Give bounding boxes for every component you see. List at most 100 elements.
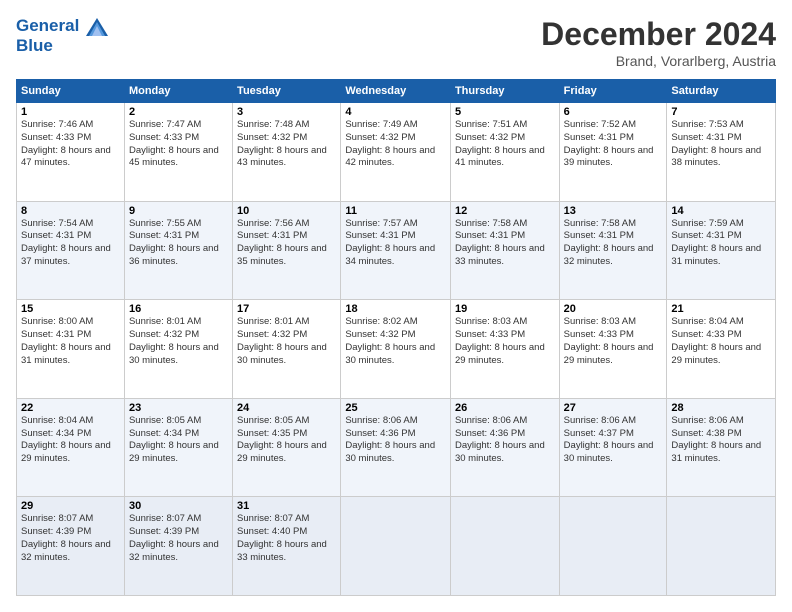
calendar-cell: 12 Sunrise: 7:58 AM Sunset: 4:31 PM Dayl… [450,201,559,300]
sunrise-label: Sunrise: 7:48 AM [237,119,309,130]
day-info: Sunrise: 8:03 AM Sunset: 4:33 PM Dayligh… [455,316,555,367]
calendar-cell: 21 Sunrise: 8:04 AM Sunset: 4:33 PM Dayl… [667,300,776,399]
daylight-label: Daylight: 8 hours and 31 minutes. [671,243,761,267]
sunset-label: Sunset: 4:33 PM [671,329,741,340]
sunrise-label: Sunrise: 8:00 AM [21,316,93,327]
col-saturday: Saturday [667,80,776,103]
day-number: 27 [564,402,663,414]
calendar-cell: 19 Sunrise: 8:03 AM Sunset: 4:33 PM Dayl… [450,300,559,399]
sunset-label: Sunset: 4:31 PM [671,230,741,241]
sunset-label: Sunset: 4:38 PM [671,428,741,439]
calendar-cell: 25 Sunrise: 8:06 AM Sunset: 4:36 PM Dayl… [341,398,451,497]
day-info: Sunrise: 7:48 AM Sunset: 4:32 PM Dayligh… [237,119,336,170]
sunrise-label: Sunrise: 7:53 AM [671,119,743,130]
day-info: Sunrise: 7:49 AM Sunset: 4:32 PM Dayligh… [345,119,446,170]
sunrise-label: Sunrise: 7:55 AM [129,218,201,229]
calendar-cell: 23 Sunrise: 8:05 AM Sunset: 4:34 PM Dayl… [124,398,232,497]
sunset-label: Sunset: 4:31 PM [345,230,415,241]
day-info: Sunrise: 8:06 AM Sunset: 4:37 PM Dayligh… [564,415,663,466]
sunset-label: Sunset: 4:32 PM [455,132,525,143]
sunrise-label: Sunrise: 7:52 AM [564,119,636,130]
sunset-label: Sunset: 4:34 PM [21,428,91,439]
day-number: 7 [671,106,771,118]
col-friday: Friday [559,80,667,103]
day-info: Sunrise: 7:46 AM Sunset: 4:33 PM Dayligh… [21,119,120,170]
day-info: Sunrise: 8:01 AM Sunset: 4:32 PM Dayligh… [237,316,336,367]
calendar-cell [450,497,559,596]
day-info: Sunrise: 7:47 AM Sunset: 4:33 PM Dayligh… [129,119,228,170]
day-number: 23 [129,402,228,414]
sunset-label: Sunset: 4:32 PM [345,329,415,340]
day-info: Sunrise: 7:58 AM Sunset: 4:31 PM Dayligh… [564,218,663,269]
col-monday: Monday [124,80,232,103]
day-number: 2 [129,106,228,118]
daylight-label: Daylight: 8 hours and 34 minutes. [345,243,435,267]
day-info: Sunrise: 7:52 AM Sunset: 4:31 PM Dayligh… [564,119,663,170]
calendar-cell: 10 Sunrise: 7:56 AM Sunset: 4:31 PM Dayl… [233,201,341,300]
daylight-label: Daylight: 8 hours and 30 minutes. [129,342,219,366]
sunset-label: Sunset: 4:36 PM [345,428,415,439]
day-number: 28 [671,402,771,414]
daylight-label: Daylight: 8 hours and 32 minutes. [564,243,654,267]
day-info: Sunrise: 7:51 AM Sunset: 4:32 PM Dayligh… [455,119,555,170]
daylight-label: Daylight: 8 hours and 31 minutes. [21,342,111,366]
day-number: 1 [21,106,120,118]
day-number: 14 [671,205,771,217]
sunset-label: Sunset: 4:31 PM [455,230,525,241]
calendar-cell: 7 Sunrise: 7:53 AM Sunset: 4:31 PM Dayli… [667,103,776,202]
day-info: Sunrise: 8:06 AM Sunset: 4:36 PM Dayligh… [345,415,446,466]
calendar-cell: 14 Sunrise: 7:59 AM Sunset: 4:31 PM Dayl… [667,201,776,300]
daylight-label: Daylight: 8 hours and 30 minutes. [564,440,654,464]
sunrise-label: Sunrise: 8:04 AM [671,316,743,327]
sunrise-label: Sunrise: 8:03 AM [564,316,636,327]
daylight-label: Daylight: 8 hours and 32 minutes. [21,539,111,563]
calendar-cell: 30 Sunrise: 8:07 AM Sunset: 4:39 PM Dayl… [124,497,232,596]
logo-blue: Blue [16,36,108,56]
sunrise-label: Sunrise: 8:05 AM [129,415,201,426]
sunset-label: Sunset: 4:39 PM [21,526,91,537]
logo: General Blue [16,16,108,55]
sunrise-label: Sunrise: 8:03 AM [455,316,527,327]
sunrise-label: Sunrise: 8:06 AM [455,415,527,426]
day-number: 4 [345,106,446,118]
calendar-cell: 17 Sunrise: 8:01 AM Sunset: 4:32 PM Dayl… [233,300,341,399]
sunrise-label: Sunrise: 8:07 AM [129,513,201,524]
day-number: 18 [345,303,446,315]
day-info: Sunrise: 8:06 AM Sunset: 4:38 PM Dayligh… [671,415,771,466]
calendar-header-row: Sunday Monday Tuesday Wednesday Thursday… [17,80,776,103]
calendar-cell: 20 Sunrise: 8:03 AM Sunset: 4:33 PM Dayl… [559,300,667,399]
location: Brand, Vorarlberg, Austria [541,53,776,69]
sunset-label: Sunset: 4:40 PM [237,526,307,537]
sunrise-label: Sunrise: 7:51 AM [455,119,527,130]
day-number: 6 [564,106,663,118]
logo-text: General [16,16,108,36]
calendar-week-row: 1 Sunrise: 7:46 AM Sunset: 4:33 PM Dayli… [17,103,776,202]
calendar-cell: 22 Sunrise: 8:04 AM Sunset: 4:34 PM Dayl… [17,398,125,497]
day-number: 13 [564,205,663,217]
sunset-label: Sunset: 4:33 PM [129,132,199,143]
calendar-week-row: 22 Sunrise: 8:04 AM Sunset: 4:34 PM Dayl… [17,398,776,497]
daylight-label: Daylight: 8 hours and 43 minutes. [237,145,327,169]
day-info: Sunrise: 7:54 AM Sunset: 4:31 PM Dayligh… [21,218,120,269]
daylight-label: Daylight: 8 hours and 36 minutes. [129,243,219,267]
sunset-label: Sunset: 4:39 PM [129,526,199,537]
calendar-table: Sunday Monday Tuesday Wednesday Thursday… [16,79,776,596]
day-info: Sunrise: 8:00 AM Sunset: 4:31 PM Dayligh… [21,316,120,367]
daylight-label: Daylight: 8 hours and 29 minutes. [671,342,761,366]
calendar-cell: 5 Sunrise: 7:51 AM Sunset: 4:32 PM Dayli… [450,103,559,202]
day-info: Sunrise: 8:04 AM Sunset: 4:34 PM Dayligh… [21,415,120,466]
sunrise-label: Sunrise: 7:58 AM [564,218,636,229]
header: General Blue December 2024 Brand, Vorarl… [16,16,776,69]
day-info: Sunrise: 7:57 AM Sunset: 4:31 PM Dayligh… [345,218,446,269]
day-number: 29 [21,500,120,512]
calendar-week-row: 29 Sunrise: 8:07 AM Sunset: 4:39 PM Dayl… [17,497,776,596]
day-info: Sunrise: 7:55 AM Sunset: 4:31 PM Dayligh… [129,218,228,269]
calendar-cell: 29 Sunrise: 8:07 AM Sunset: 4:39 PM Dayl… [17,497,125,596]
day-number: 31 [237,500,336,512]
sunset-label: Sunset: 4:33 PM [564,329,634,340]
calendar-week-row: 15 Sunrise: 8:00 AM Sunset: 4:31 PM Dayl… [17,300,776,399]
day-number: 24 [237,402,336,414]
daylight-label: Daylight: 8 hours and 41 minutes. [455,145,545,169]
day-info: Sunrise: 7:56 AM Sunset: 4:31 PM Dayligh… [237,218,336,269]
sunset-label: Sunset: 4:35 PM [237,428,307,439]
